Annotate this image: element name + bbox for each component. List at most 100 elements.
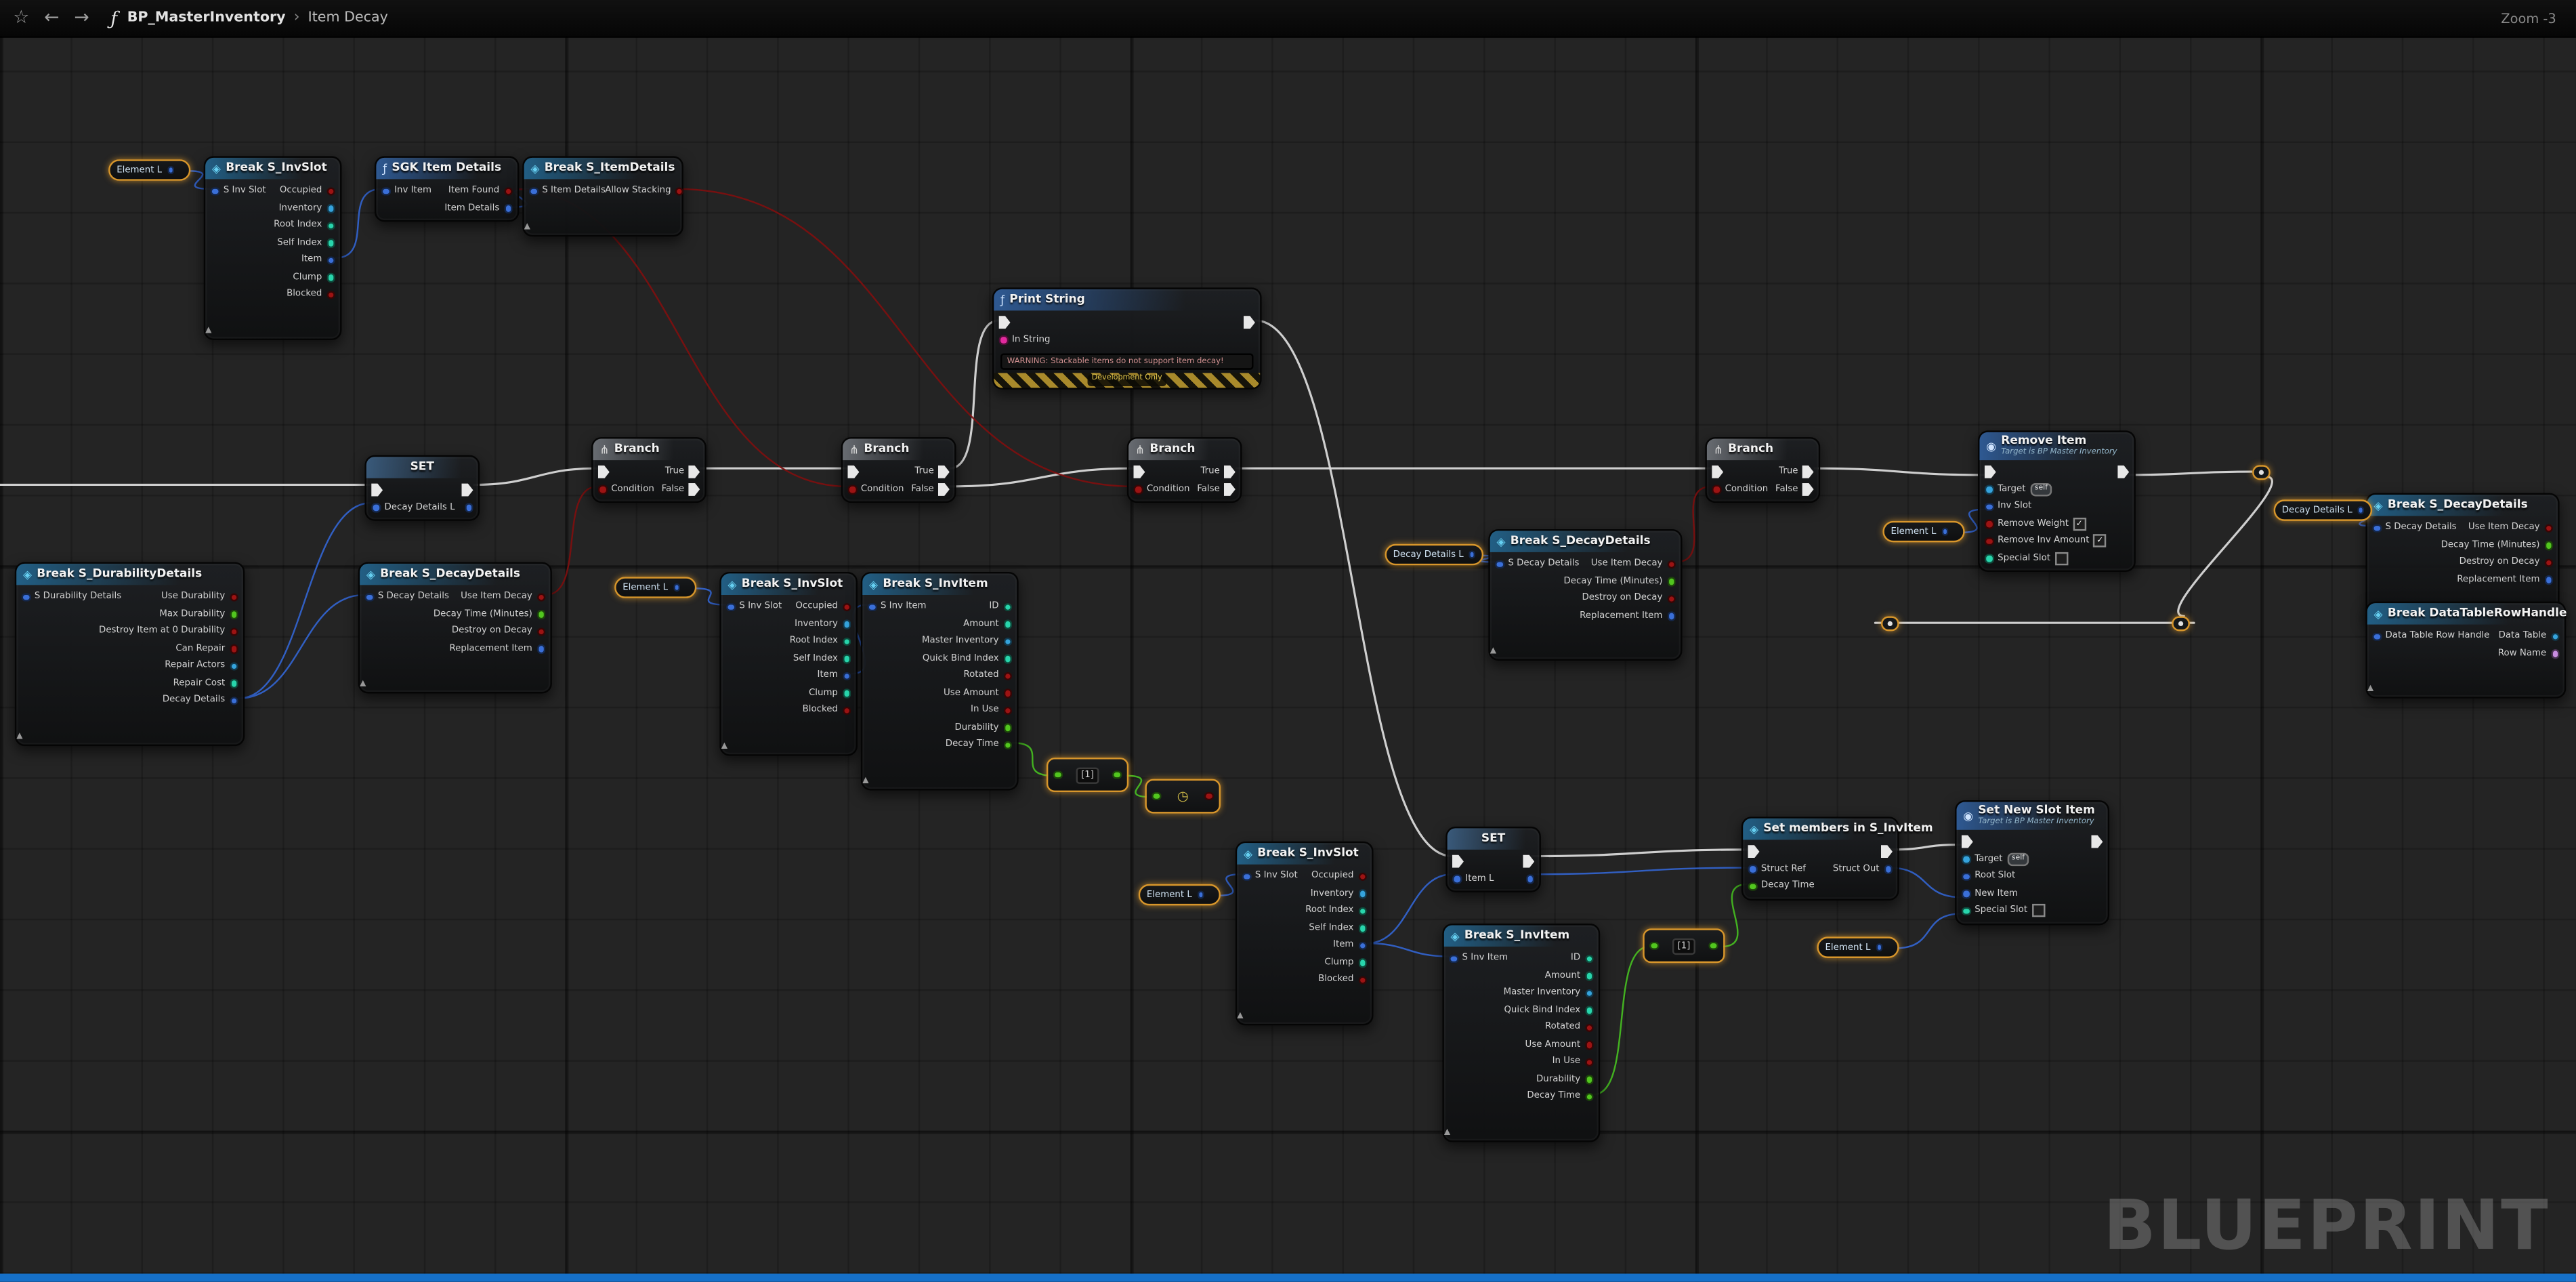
struct-pin-in[interactable] [2372, 632, 2381, 641]
node-branch-7[interactable]: ⋔BranchTrueConditionFalse [1127, 437, 1242, 503]
exec-pin-in[interactable] [598, 466, 610, 478]
node-sgk-item-details-1[interactable]: ƒSGK Item DetailsInv ItemItem FoundItem … [375, 156, 519, 222]
int-pin-out[interactable] [1358, 924, 1367, 932]
node-break-s-invitem-21[interactable]: ◈Break S_InvItemS Inv ItemIDAmountMaster… [1442, 924, 1600, 1141]
variable-pill-element-l-1[interactable]: Element L [614, 577, 696, 598]
int-pin-out[interactable] [1584, 954, 1593, 963]
object-pin-in[interactable] [1985, 484, 1993, 493]
float-pin-out[interactable] [1666, 577, 1675, 585]
float-pin-out[interactable] [229, 610, 238, 619]
object-pin-in[interactable] [1962, 854, 1970, 863]
bool-pin-out[interactable] [1003, 671, 1012, 680]
bool-pin-out[interactable] [842, 602, 851, 611]
int-pin-out[interactable] [326, 221, 335, 230]
struct-pin-out[interactable] [229, 696, 238, 705]
bool-pin-out[interactable] [1003, 706, 1012, 715]
struct-pin-out[interactable] [842, 671, 851, 680]
int-pin-out[interactable] [326, 273, 335, 282]
struct-pin-in[interactable] [529, 186, 538, 195]
exec-pin-out[interactable] [2091, 835, 2103, 848]
node-break-s-invslot-11[interactable]: ◈Break S_InvSlotS Inv SlotOccupiedInvent… [719, 572, 858, 755]
bool-pin-in[interactable] [847, 484, 856, 493]
object-pin-out[interactable] [1003, 637, 1012, 646]
checkbox-checked[interactable]: ✓ [2073, 517, 2086, 530]
struct-pin-in[interactable] [371, 503, 380, 512]
int-pin-out[interactable] [326, 239, 335, 247]
collapse-arrow-icon[interactable]: ▲ [2367, 684, 2373, 696]
struct-pin-in[interactable] [1962, 889, 1970, 898]
forward-arrow-icon[interactable]: → [74, 0, 89, 36]
struct-pin-in[interactable] [1748, 865, 1757, 873]
back-arrow-icon[interactable]: ← [44, 0, 59, 36]
collapse-arrow-icon[interactable]: ▲ [360, 679, 366, 691]
struct-pin-out[interactable] [1884, 865, 1893, 873]
struct-pin-in[interactable] [210, 186, 219, 195]
reroute-node-1[interactable] [1881, 616, 1899, 631]
in-string-textbox[interactable]: WARNING: Stackable items do not support … [1000, 353, 1253, 369]
struct-pin-in[interactable] [364, 592, 373, 601]
int-pin-out[interactable] [1358, 907, 1367, 915]
exec-pin-out[interactable] [688, 466, 700, 478]
int-pin-out[interactable] [1358, 958, 1367, 967]
checkbox-checked[interactable]: ✓ [2094, 535, 2107, 547]
variable-pill-element-l-5[interactable]: Element L [1139, 884, 1221, 906]
breadcrumb-leaf[interactable]: Item Decay [308, 10, 388, 26]
collapse-arrow-icon[interactable]: ▲ [1444, 1127, 1450, 1139]
bool-pin-out[interactable] [1205, 791, 1214, 800]
object-pin-out[interactable] [1358, 889, 1367, 898]
variable-pill-decay-details-l-2[interactable]: Decay Details L [1385, 544, 1485, 566]
float-pin-in[interactable] [1152, 791, 1160, 800]
node-break-s-itemdetails-2[interactable]: ◈Break S_ItemDetailsS Item DetailsAllow … [522, 156, 683, 236]
float-pin-out[interactable] [1003, 741, 1012, 749]
node-branch-5[interactable]: ⋔BranchTrueConditionFalse [591, 437, 706, 503]
exec-pin-in[interactable] [847, 466, 859, 478]
exec-pin-in[interactable] [371, 484, 383, 497]
struct-pin-out[interactable] [1358, 940, 1367, 949]
struct-pin-in[interactable] [1962, 872, 1970, 881]
float-pin-in[interactable] [1053, 770, 1062, 779]
struct-pin-out[interactable] [1525, 874, 1534, 883]
float-pin-out[interactable] [1584, 1092, 1593, 1101]
node-set-members-in-s-invitem-19[interactable]: ◈Set members in S_InvItemStruct RefStruc… [1741, 816, 1899, 899]
int-pin-out[interactable] [1003, 619, 1012, 628]
struct-pin-in[interactable] [726, 602, 735, 611]
struct-pin-out[interactable] [2357, 507, 2365, 514]
breadcrumb-root[interactable]: BP_MasterInventory [127, 10, 286, 26]
bool-pin-out[interactable] [1666, 594, 1675, 603]
bool-pin-out[interactable] [229, 644, 238, 653]
float-pin-out[interactable] [1003, 723, 1012, 732]
float-pin-out[interactable] [536, 610, 545, 619]
bool-pin-in[interactable] [1133, 484, 1142, 493]
bool-pin-out[interactable] [1358, 975, 1367, 984]
exec-pin-in[interactable] [1452, 855, 1464, 868]
node-remove-item-14[interactable]: ◉Remove ItemTarget is BP Master Inventor… [1978, 430, 2136, 572]
collapse-arrow-icon[interactable]: ▲ [862, 775, 868, 787]
int-pin-out[interactable] [1003, 602, 1012, 611]
struct-pin-in[interactable] [381, 186, 390, 195]
object-pin-out[interactable] [842, 619, 851, 628]
bool-pin-out[interactable] [536, 592, 545, 601]
object-pin-out[interactable] [2550, 632, 2559, 641]
favorite-star-icon[interactable]: ☆ [13, 0, 29, 36]
exec-pin-out[interactable] [938, 482, 950, 495]
struct-pin-in[interactable] [1985, 502, 1993, 511]
collapse-arrow-icon[interactable]: ▲ [524, 221, 530, 233]
object-pin-out[interactable] [229, 661, 238, 670]
object-pin-out[interactable] [1584, 989, 1593, 997]
exec-pin-out[interactable] [1802, 466, 1814, 478]
struct-pin-out[interactable] [1941, 528, 1949, 535]
exec-pin-out[interactable] [2117, 466, 2129, 478]
exec-pin-in[interactable] [1133, 466, 1145, 478]
struct-pin-out[interactable] [1876, 944, 1883, 951]
bool-pin-out[interactable] [503, 186, 512, 195]
bool-pin-out[interactable] [1358, 872, 1367, 881]
int-pin-in[interactable] [1962, 907, 1970, 915]
exec-pin-out[interactable] [688, 482, 700, 495]
bool-pin-out[interactable] [1584, 1040, 1593, 1049]
node-break-s-decaydetails-10[interactable]: ◈Break S_DecayDetailsS Decay DetailsUse … [358, 562, 552, 693]
bool-pin-out[interactable] [229, 592, 238, 601]
bool-pin-out[interactable] [1003, 688, 1012, 697]
float-pin-out[interactable] [1709, 941, 1718, 950]
exec-pin-out[interactable] [1523, 855, 1534, 868]
node-set-18[interactable]: SETItem L [1445, 827, 1541, 892]
